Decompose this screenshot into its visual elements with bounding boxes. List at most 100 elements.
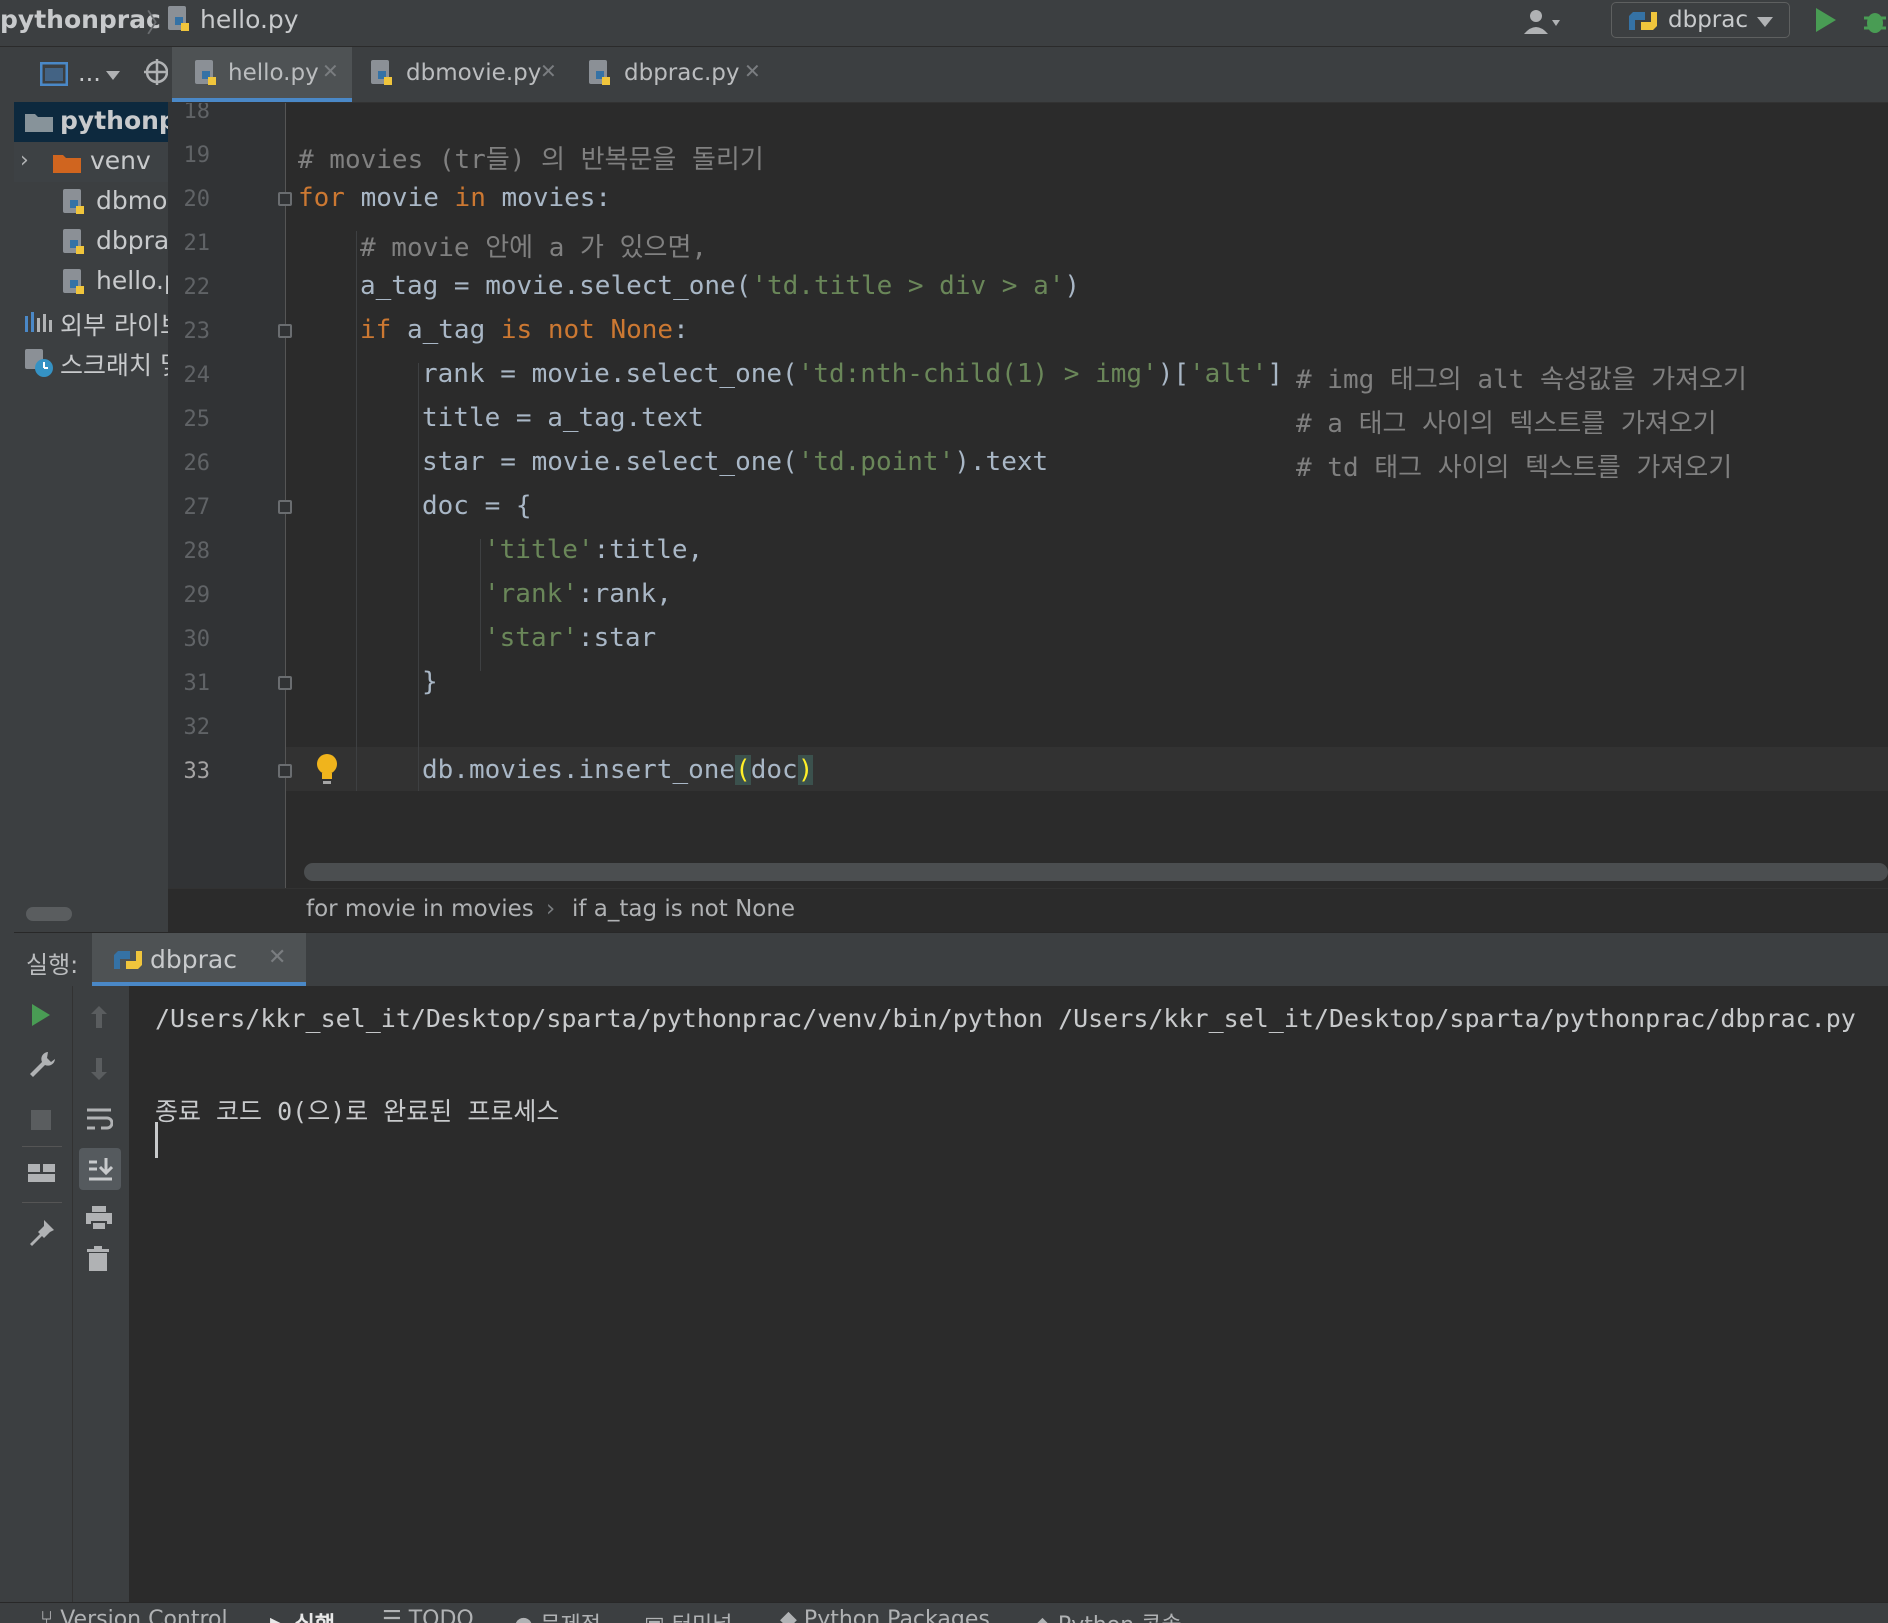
code-editor[interactable]: 18 19 20 21 22 23 24 25 26 27 28 29 30 3… [168, 103, 1888, 888]
python-file-icon [63, 229, 84, 254]
trash-icon[interactable] [87, 1246, 109, 1272]
line-number: 20 [183, 187, 211, 212]
keyword-token: for [298, 183, 345, 213]
tree-item-dbmovie[interactable]: dbmo [14, 182, 168, 222]
arrow-down-icon[interactable] [87, 1056, 111, 1082]
tree-item-dbprac[interactable]: dbpra [14, 222, 168, 262]
line-number: 18 [183, 103, 211, 124]
chevron-right-icon[interactable]: › [20, 148, 29, 173]
fold-marker-icon[interactable] [278, 500, 292, 514]
fold-marker-icon[interactable] [278, 192, 292, 206]
tool-tab-run[interactable]: ▶ 실행 [270, 1607, 335, 1623]
close-icon[interactable]: ✕ [540, 59, 557, 83]
rerun-icon[interactable] [32, 1004, 50, 1026]
tree-item-hello[interactable]: hello.p [14, 262, 168, 302]
close-icon[interactable]: ✕ [322, 59, 339, 83]
python-file-icon [63, 189, 84, 214]
close-icon[interactable]: ✕ [744, 59, 761, 83]
tab-run-dbprac[interactable]: dbprac ✕ [92, 933, 306, 987]
keyword-token: if [360, 315, 392, 345]
code-line: 'title':title, [484, 535, 703, 565]
tool-tab-version-control[interactable]: ⑂ Version Control [40, 1607, 228, 1623]
line-number: 23 [183, 319, 211, 344]
tool-tab-terminal[interactable]: ▣ 터미널 [644, 1607, 733, 1623]
project-scrollbar[interactable] [26, 907, 72, 921]
tab-label: dbprac.py [624, 60, 740, 86]
breadcrumb-project[interactable]: pythonprac [0, 5, 161, 34]
run-icon[interactable] [1816, 8, 1836, 32]
tab-dbmovie-py[interactable]: dbmovie.py ✕ [358, 47, 570, 102]
comment-token: # a 태그 사이의 텍스트를 가져오기 [1296, 409, 1717, 439]
tab-dbprac-py[interactable]: dbprac.py ✕ [576, 47, 776, 102]
breadcrumb-item[interactable]: if a_tag is not None [572, 896, 795, 922]
run-configuration-select[interactable]: dbprac [1611, 2, 1790, 38]
code-line: star = movie.select_one('td.point').text [422, 447, 1048, 477]
print-icon[interactable] [85, 1204, 113, 1232]
scroll-to-end-button[interactable] [79, 1148, 121, 1190]
horizontal-scrollbar[interactable] [304, 863, 1888, 881]
debug-icon[interactable] [1862, 6, 1888, 36]
code-line: # movie 안에 a 가 있으면, [360, 227, 707, 264]
chevron-right-icon: › [546, 896, 556, 922]
code-token: )[ [1157, 359, 1190, 389]
run-console-output[interactable]: /Users/kkr_sel_it/Desktop/sparta/pythonp… [129, 986, 1888, 1602]
python-file-icon [195, 60, 216, 85]
lightbulb-icon[interactable] [314, 752, 340, 788]
code-token: db.movies.insert_one [422, 755, 736, 785]
locate-icon[interactable] [144, 59, 168, 85]
tab-hello-py[interactable]: hello.py ✕ [172, 47, 352, 102]
tree-item-venv[interactable]: › venv [14, 142, 168, 182]
code-line: } [422, 667, 438, 697]
layout-icon[interactable] [28, 1162, 56, 1184]
stop-icon[interactable] [31, 1110, 51, 1130]
soft-wrap-icon[interactable] [85, 1106, 113, 1132]
project-view-selector[interactable]: ... [78, 59, 101, 87]
breadcrumb-item[interactable]: for movie in movies [306, 896, 534, 922]
code-token: } [422, 667, 438, 697]
tree-item-label: venv [90, 146, 151, 175]
code-comment: # td 태그 사이의 텍스트를 가져오기 [1296, 447, 1732, 484]
code-token: :rank, [577, 579, 672, 609]
code-line: 'rank':rank, [484, 579, 672, 609]
keyword-token: is not None [500, 315, 674, 345]
project-view-icon[interactable] [40, 62, 68, 86]
tool-tab-problems[interactable]: ● 문제점 [514, 1607, 601, 1623]
line-number: 28 [183, 539, 211, 564]
arrow-up-icon[interactable] [87, 1004, 111, 1030]
fold-marker-icon[interactable] [278, 324, 292, 338]
code-line: rank = movie.select_one('td:nth-child(1)… [422, 359, 1283, 389]
fold-marker-icon[interactable] [278, 764, 292, 778]
code-comment: # img 태그의 alt 속성값을 가져오기 [1296, 359, 1747, 396]
tree-item-label: 스크래치 및 [60, 351, 168, 380]
string-token: 'td.title > div > a' [751, 271, 1065, 301]
code-line: for movie in movies: [298, 183, 611, 213]
tree-item-scratches[interactable]: 스크래치 및 [14, 342, 168, 382]
tool-tab-python-packages[interactable]: ◆ Python Packages [780, 1607, 990, 1623]
tree-item-external-libraries[interactable]: 외부 라이브 [14, 302, 168, 342]
user-account-icon[interactable] [1522, 8, 1562, 36]
chevron-down-icon[interactable] [106, 71, 120, 80]
indent-guide [418, 363, 419, 791]
tree-item-label: dbmo [96, 186, 168, 215]
project-panel: ... pythonp › venv dbmo dbpra hello. 외부 … [14, 47, 168, 932]
tree-item-label: 외부 라이브 [60, 311, 168, 340]
keyword-token: in [454, 183, 486, 213]
run-window-header: 실행: dbprac ✕ [14, 932, 1888, 987]
string-token: 'alt' [1189, 359, 1268, 389]
tree-item-label: hello.p [96, 266, 168, 295]
code-line: if a_tag is not None: [360, 315, 689, 345]
tool-tab-todo[interactable]: ☰ TODO [382, 1607, 474, 1623]
line-number-current: 33 [183, 759, 211, 784]
string-token: 'td:nth-child(1) > img' [797, 359, 1158, 389]
pin-icon[interactable] [28, 1218, 56, 1246]
wrench-icon[interactable] [28, 1050, 56, 1078]
python-file-icon [63, 269, 84, 294]
tool-tab-python-console[interactable]: ◆ Python 콘솔 [1034, 1607, 1182, 1623]
fold-marker-icon[interactable] [278, 676, 292, 690]
close-icon[interactable]: ✕ [268, 945, 286, 970]
breadcrumb-file[interactable]: hello.py [200, 5, 299, 34]
tree-item-project-root[interactable]: pythonp [14, 102, 168, 142]
tool-tab-label: Version Control [60, 1607, 228, 1623]
code-token: ) [1064, 271, 1081, 301]
code-token: doc [750, 755, 798, 785]
